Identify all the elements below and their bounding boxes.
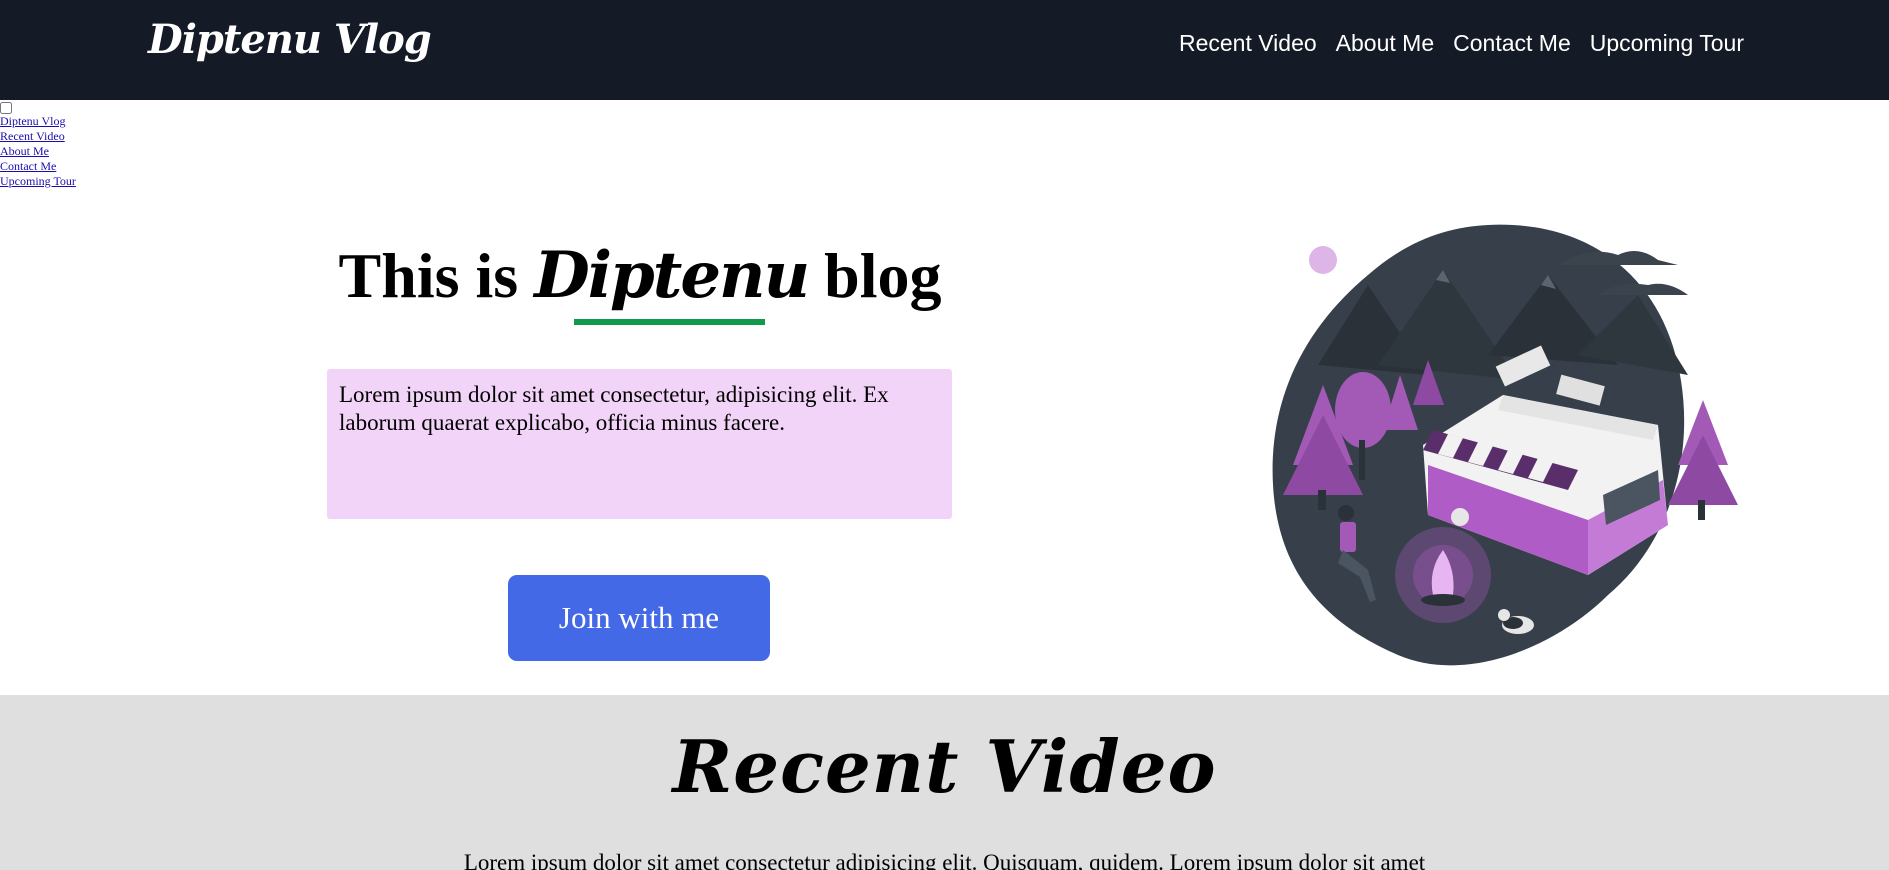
nav-link-recent-video[interactable]: Recent Video bbox=[1179, 30, 1317, 57]
recent-video-section: Recent Video Lorem ipsum dolor sit amet … bbox=[0, 695, 1889, 870]
fallback-link-brand[interactable]: Diptenu Vlog bbox=[0, 114, 76, 129]
hero-title-accent: Diptenu bbox=[534, 238, 810, 313]
fallback-link-recent-video[interactable]: Recent Video bbox=[0, 129, 76, 144]
recent-video-title: Recent Video bbox=[672, 724, 1217, 809]
brand-logo[interactable]: Diptenu Vlog bbox=[148, 16, 432, 63]
hero-title-suffix: blog bbox=[808, 240, 942, 311]
hero-title-prefix: This is bbox=[338, 240, 535, 311]
hero-title: This is Diptenu blog bbox=[300, 238, 980, 313]
fallback-link-upcoming-tour[interactable]: Upcoming Tour bbox=[0, 174, 76, 189]
fallback-menu: Diptenu Vlog Recent Video About Me Conta… bbox=[0, 102, 76, 189]
top-navbar: Diptenu Vlog Recent Video About Me Conta… bbox=[0, 0, 1889, 100]
hero-lead-text: Lorem ipsum dolor sit amet consectetur, … bbox=[327, 369, 952, 519]
nav-links: Recent Video About Me Contact Me Upcomin… bbox=[1179, 30, 1744, 57]
title-underline bbox=[574, 319, 765, 325]
nav-link-about-me[interactable]: About Me bbox=[1336, 30, 1434, 57]
fallback-link-about-me[interactable]: About Me bbox=[0, 144, 76, 159]
join-button[interactable]: Join with me bbox=[508, 575, 770, 661]
fallback-link-contact-me[interactable]: Contact Me bbox=[0, 159, 76, 174]
nav-link-contact-me[interactable]: Contact Me bbox=[1453, 30, 1571, 57]
camping-illustration bbox=[1272, 224, 1738, 666]
nav-link-upcoming-tour[interactable]: Upcoming Tour bbox=[1590, 30, 1744, 57]
recent-video-text: Lorem ipsum dolor sit amet consectetur a… bbox=[463, 850, 1426, 870]
menu-toggle-checkbox[interactable] bbox=[0, 102, 12, 114]
